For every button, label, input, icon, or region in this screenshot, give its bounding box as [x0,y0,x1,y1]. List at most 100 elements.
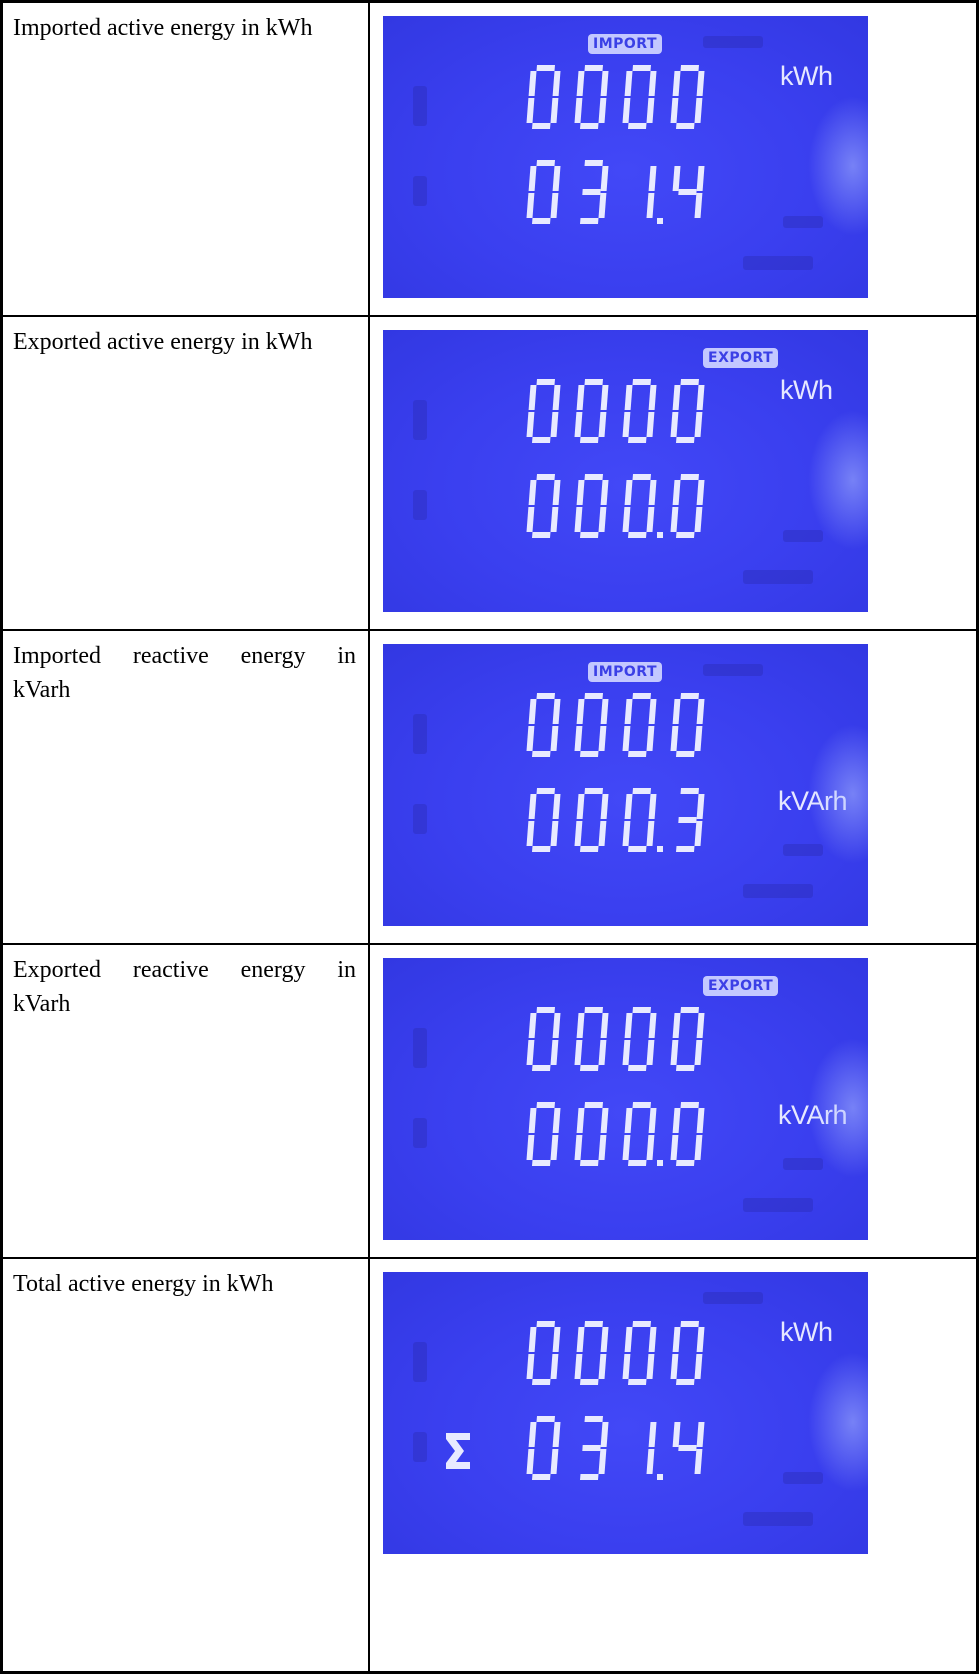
lcd-segment-c [550,1134,559,1160]
lcd-segment-e [526,1353,535,1379]
lcd-segment-b [600,479,609,505]
lcd-segment-b [696,793,705,819]
lcd-segment-d [580,436,599,443]
lcd-segment-e [526,1134,535,1160]
lcd-segment-d [676,1378,695,1385]
lcd-display-import-reactive: IMPORT kVArh [383,643,868,926]
unit-label: kVArh [778,785,848,816]
lcd-segment-b [552,166,561,191]
lcd-segment-f [576,698,585,724]
lcd-segment-f [528,793,537,819]
description-cell: Exported active energy in kWh [0,314,370,631]
lcd-segment-c [550,411,559,437]
lcd-segment-f [576,479,585,505]
export-badge: EXPORT [703,347,779,368]
lcd-segment-e [574,98,583,123]
lcd-decimal-point [657,1159,663,1166]
lcd-segment-a [584,1415,603,1422]
lcd-digit-row [383,689,868,763]
lcd-segment-a [632,692,651,699]
lcd-image-cell: kWh [368,1256,979,1674]
lcd-segment-f [672,1107,681,1133]
lcd-segment-e [574,1353,583,1379]
lcd-segment-d [676,531,695,538]
lcd-segment-b [648,1107,657,1133]
lcd-segment-b [696,384,705,410]
lcd-segment-b [552,1107,561,1133]
lcd-segment-b [696,698,705,724]
lcd-display-total-active: kWh [383,1271,868,1554]
lcd-segment-a [632,787,651,794]
lcd-digit-row [383,1003,868,1077]
row-description: Total active energy in kWh [13,1270,274,1297]
lcd-image-cell: IMPORT kWh [368,0,979,317]
lcd-segment-c [646,725,655,751]
lcd-segment-f [624,1107,633,1133]
import-badge: IMPORT [588,661,663,682]
lcd-segment-e [526,1039,535,1065]
lcd-segment-d [676,1159,695,1166]
lcd-segment-b [648,698,657,724]
lcd-segment-b [552,1012,561,1038]
lcd-segment-b [696,1012,705,1038]
lcd-segment-b [648,479,657,505]
lcd-segment-a [584,378,603,385]
lcd-segment-c [646,820,655,846]
lcd-segment-a [632,473,651,480]
meter-display-table: Imported active energy in kWh IMPORT kWh … [0,0,979,1674]
lcd-segment-a [680,1006,699,1013]
lcd-segment-g [582,1444,601,1451]
lcd-segment-f [624,1012,633,1038]
lcd-segment-c [694,98,703,123]
lcd-segment-b [552,384,561,410]
lcd-segment-e [622,725,631,751]
lcd-segment-f [624,71,633,96]
lcd-segment-b [648,166,657,191]
lcd-segment-e [526,506,535,532]
lcd-segment-b [552,698,561,724]
lcd-segment-d [580,1159,599,1166]
lcd-segment-e [670,98,679,123]
lcd-segment-e [670,506,679,532]
lcd-segment-f [672,1421,681,1447]
lcd-segment-c [694,1353,703,1379]
unit-label: kWh [780,1316,833,1347]
lcd-segment-b [600,1012,609,1038]
lcd-segment-b [648,1421,657,1447]
lcd-segment-c [646,1353,655,1379]
lcd-segment-e [622,411,631,437]
lcd-segment-b [600,166,609,191]
lcd-segment-a [584,1320,603,1327]
lcd-segment-b [600,1326,609,1352]
lcd-segment-e [622,98,631,123]
lcd-segment-c [646,1448,655,1474]
lcd-segment-d [628,1064,647,1071]
lcd-inactive-icon [743,1511,813,1526]
lcd-segment-c [598,725,607,751]
lcd-segment-d [580,218,599,224]
lcd-segment-a [536,1320,555,1327]
lcd-segment-b [552,1421,561,1447]
lcd-segment-g [678,189,697,195]
lcd-segment-c [694,1134,703,1160]
lcd-segment-c [694,193,703,218]
lcd-segment-d [580,531,599,538]
lcd-inactive-icon [743,256,813,270]
lcd-segment-c [646,1134,655,1160]
lcd-segment-c [550,506,559,532]
lcd-segment-e [622,1039,631,1065]
lcd-segment-d [628,750,647,757]
lcd-segment-c [598,1039,607,1065]
lcd-image-cell: EXPORT kWh [368,314,979,631]
lcd-segment-d [532,845,551,852]
row-description: Exported reactive energy in kVarh [13,956,356,1017]
lcd-segment-b [696,166,705,191]
lcd-segment-a [536,1006,555,1013]
unit-label: kWh [780,374,833,405]
lcd-segment-f [624,1326,633,1352]
lcd-segment-d [628,1378,647,1385]
lcd-segment-f [528,1012,537,1038]
lcd-segment-a [632,65,651,71]
lcd-segment-c [646,193,655,218]
lcd-segment-d [628,1159,647,1166]
